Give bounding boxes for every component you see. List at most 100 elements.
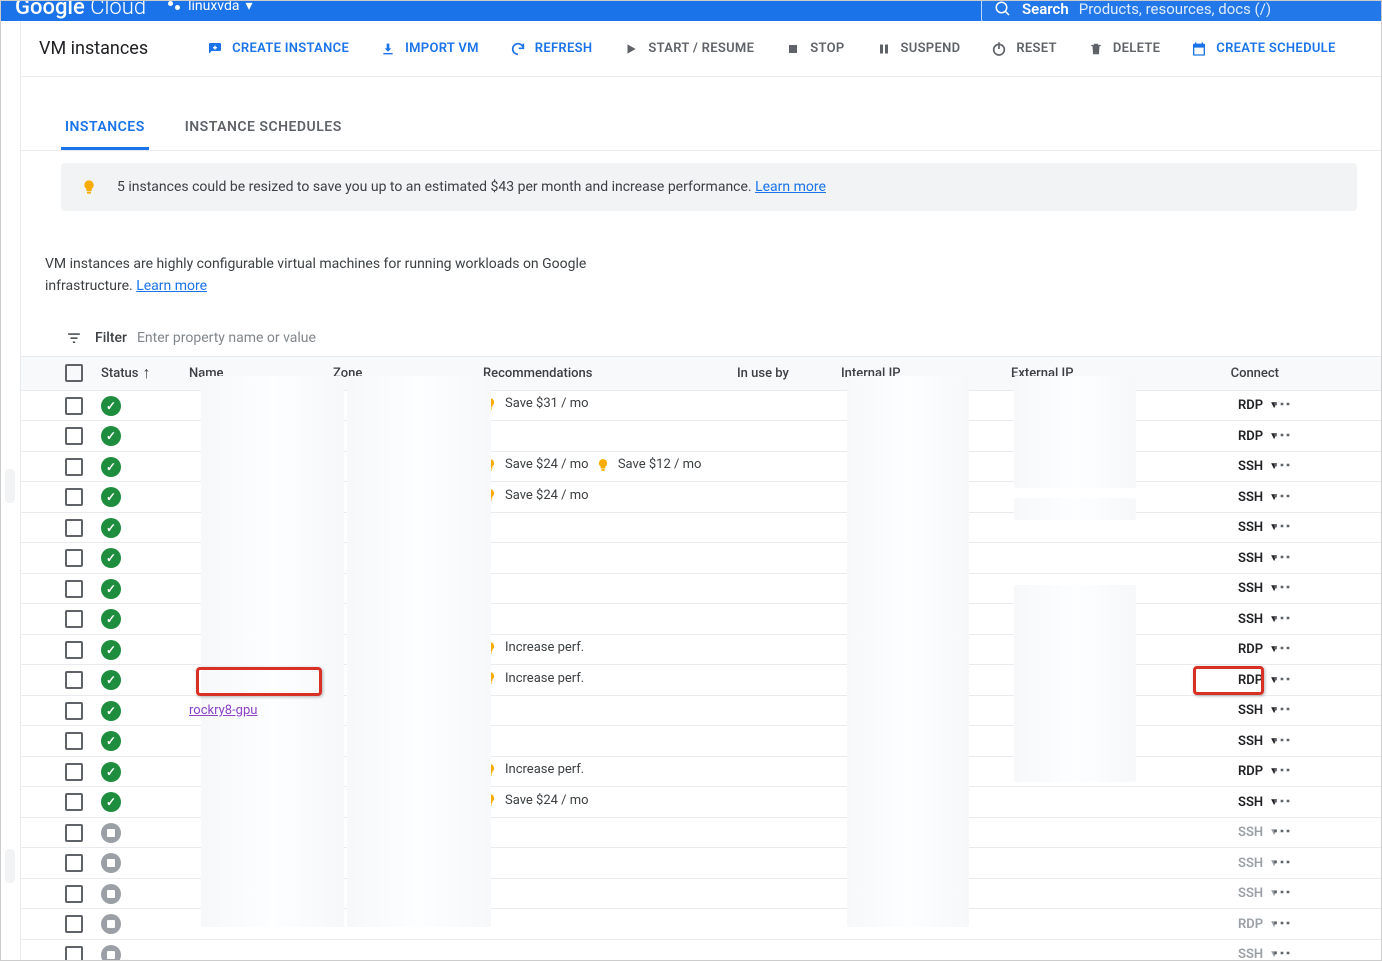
row-menu-button[interactable]: ⋮: [1279, 914, 1283, 935]
row-menu-button[interactable]: ⋮: [1279, 822, 1283, 843]
row-menu-button[interactable]: ⋮: [1279, 853, 1283, 874]
col-recommendations[interactable]: Recommendations: [483, 366, 737, 381]
project-icon: [168, 0, 182, 13]
row-checkbox[interactable]: [65, 610, 83, 628]
row-menu-button[interactable]: ⋮: [1279, 548, 1283, 569]
row-checkbox[interactable]: [65, 702, 83, 720]
row-menu-button[interactable]: ⋮: [1279, 517, 1283, 538]
connect-ssh-button[interactable]: SSH ▼: [1201, 703, 1279, 718]
recommendation[interactable]: Save $31 / mo: [483, 395, 589, 413]
select-all-checkbox[interactable]: [65, 364, 83, 382]
row-menu-button[interactable]: ⋮: [1279, 487, 1283, 508]
row-menu-button[interactable]: ⋮: [1279, 731, 1283, 752]
row-menu-button[interactable]: ⋮: [1279, 883, 1283, 904]
connect-ssh-button[interactable]: SSH ▼: [1201, 612, 1279, 627]
connect-rdp-button[interactable]: RDP ▼: [1201, 642, 1279, 657]
col-connect[interactable]: Connect: [1201, 366, 1279, 381]
connect-rdp-button[interactable]: RDP ▼: [1201, 764, 1279, 779]
project-name: linuxvda: [188, 0, 239, 14]
row-checkbox[interactable]: [65, 488, 83, 506]
connect-ssh-button[interactable]: SSH ▼: [1201, 490, 1279, 505]
row-menu-button[interactable]: ⋮: [1279, 639, 1283, 660]
delete-button[interactable]: DELETE: [1087, 40, 1160, 58]
create-instance-button[interactable]: CREATE INSTANCE: [206, 40, 349, 58]
stop-button[interactable]: STOP: [784, 40, 844, 58]
row-menu-button[interactable]: ⋮: [1279, 426, 1283, 447]
row-checkbox[interactable]: [65, 549, 83, 567]
connect-ssh-button[interactable]: SSH ▼: [1201, 551, 1279, 566]
recommendation[interactable]: Increase perf.: [483, 761, 584, 779]
recommendation-banner: 5 instances could be resized to save you…: [61, 163, 1357, 211]
action-bar: VM instances CREATE INSTANCE IMPORT VM R…: [21, 21, 1381, 77]
connect-ssh-button[interactable]: SSH ▼: [1201, 734, 1279, 749]
import-vm-button[interactable]: IMPORT VM: [379, 40, 479, 58]
status-running-icon: ✓: [101, 792, 121, 812]
recommendation[interactable]: Save $12 / mo: [596, 456, 702, 474]
status-stopped-icon: [101, 823, 121, 843]
connect-ssh-button[interactable]: SSH ▼: [1201, 581, 1279, 596]
row-checkbox[interactable]: [65, 793, 83, 811]
connect-ssh-button[interactable]: SSH ▼: [1201, 520, 1279, 535]
project-selector[interactable]: linuxvda ▾: [168, 0, 252, 14]
tab-schedules[interactable]: INSTANCE SCHEDULES: [181, 119, 346, 150]
create-schedule-button[interactable]: CREATE SCHEDULE: [1190, 40, 1335, 58]
instance-name-link[interactable]: rockry8-gpu: [189, 703, 257, 718]
row-checkbox[interactable]: [65, 854, 83, 872]
recommendation[interactable]: Save $24 / mo: [483, 456, 589, 474]
row-menu-button[interactable]: ⋮: [1279, 456, 1283, 477]
row-checkbox[interactable]: [65, 519, 83, 537]
row-menu-button[interactable]: ⋮: [1279, 792, 1283, 813]
row-menu-button[interactable]: ⋮: [1279, 578, 1283, 599]
col-inuse[interactable]: In use by: [737, 366, 841, 381]
row-menu-button[interactable]: ⋮: [1279, 670, 1283, 691]
col-status[interactable]: Status ↑: [101, 363, 189, 383]
search-box[interactable]: Search Products, resources, docs (/): [981, 0, 1381, 23]
recommendation[interactable]: Increase perf.: [483, 669, 584, 687]
connect-ssh-button[interactable]: SSH ▼: [1201, 795, 1279, 810]
row-checkbox[interactable]: [65, 458, 83, 476]
row-checkbox[interactable]: [65, 824, 83, 842]
desc-learn-more[interactable]: Learn more: [136, 278, 207, 294]
connect-ssh-button: SSH ▼: [1201, 856, 1279, 871]
status-running-icon: ✓: [101, 701, 121, 721]
start-button[interactable]: START / RESUME: [622, 40, 754, 58]
bulb-icon: [81, 177, 97, 197]
banner-text: 5 instances could be resized to save you…: [117, 179, 826, 195]
row-menu-button[interactable]: ⋮: [1279, 700, 1283, 721]
sort-asc-icon: ↑: [142, 363, 150, 383]
recommendation[interactable]: Save $24 / mo: [483, 486, 589, 504]
connect-rdp-button[interactable]: RDP ▼: [1201, 673, 1279, 688]
row-checkbox[interactable]: [65, 580, 83, 598]
connect-rdp-button[interactable]: RDP ▼: [1201, 398, 1279, 413]
connect-ssh-button: SSH ▼: [1201, 886, 1279, 901]
tabs: INSTANCES INSTANCE SCHEDULES: [21, 103, 1381, 151]
status-running-icon: ✓: [101, 457, 121, 477]
filter-input[interactable]: [137, 330, 1341, 346]
recommendation[interactable]: Increase perf.: [483, 639, 584, 657]
row-checkbox[interactable]: [65, 946, 83, 960]
row-checkbox[interactable]: [65, 885, 83, 903]
row-checkbox[interactable]: [65, 732, 83, 750]
recommendation[interactable]: Save $24 / mo: [483, 791, 589, 809]
row-checkbox[interactable]: [65, 671, 83, 689]
rail-handle[interactable]: [5, 469, 15, 503]
rail-handle[interactable]: [5, 849, 15, 883]
banner-learn-more[interactable]: Learn more: [755, 179, 826, 195]
row-checkbox[interactable]: [65, 763, 83, 781]
tab-instances[interactable]: INSTANCES: [61, 119, 149, 150]
row-menu-button[interactable]: ⋮: [1279, 761, 1283, 782]
status-stopped-icon: [101, 945, 121, 960]
row-menu-button[interactable]: ⋮: [1279, 609, 1283, 630]
suspend-button[interactable]: SUSPEND: [875, 40, 961, 58]
stop-icon: [784, 40, 802, 58]
row-checkbox[interactable]: [65, 915, 83, 933]
row-checkbox[interactable]: [65, 427, 83, 445]
connect-ssh-button[interactable]: SSH ▼: [1201, 459, 1279, 474]
row-menu-button[interactable]: ⋮: [1279, 395, 1283, 416]
row-checkbox[interactable]: [65, 397, 83, 415]
refresh-button[interactable]: REFRESH: [509, 40, 593, 58]
row-checkbox[interactable]: [65, 641, 83, 659]
row-menu-button[interactable]: ⋮: [1279, 944, 1283, 960]
connect-rdp-button[interactable]: RDP ▼: [1201, 429, 1279, 444]
reset-button[interactable]: RESET: [990, 40, 1056, 58]
